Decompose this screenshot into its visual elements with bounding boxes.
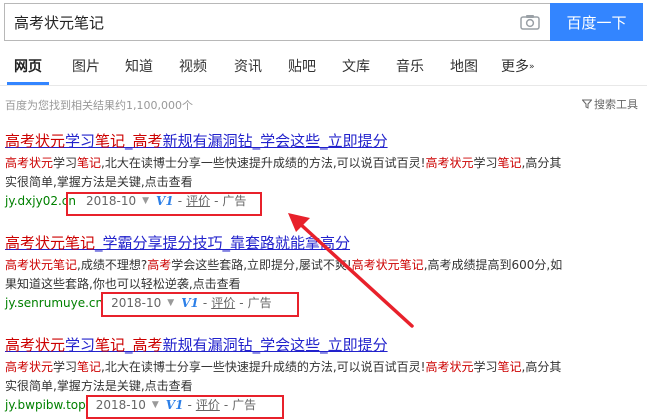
camera-icon[interactable]	[520, 14, 540, 30]
search-tabs: 网页 图片 知道 视频 资讯 贴吧 文库 音乐 地图 更多»	[0, 50, 647, 86]
search-tools-button[interactable]: 搜索工具	[582, 96, 638, 112]
result-url[interactable]: jy.senrumuye.cn	[5, 294, 103, 313]
tab-tieba[interactable]: 贴吧	[288, 56, 316, 76]
result-url[interactable]: jy.bwpibw.top	[5, 396, 86, 415]
result-description: 高考状元笔记,成绩不理想?高考学会这些套路,立即提分,屡试不爽!高考状元笔记,高…	[5, 258, 563, 291]
result-title-link[interactable]: 高考状元学习笔记_高考新规有漏洞钻_学会这些_立即提分	[5, 335, 605, 355]
tab-images[interactable]: 图片	[72, 56, 100, 76]
tab-map[interactable]: 地图	[450, 56, 478, 76]
active-tab-indicator	[7, 82, 49, 85]
search-result: 高考状元笔记_学霸分享提分技巧_靠套路就能拿高分 高考状元笔记,成绩不理想?高考…	[5, 233, 605, 313]
filter-icon	[582, 99, 592, 109]
annotation-box	[86, 395, 284, 419]
result-title-link[interactable]: 高考状元学习笔记_高考新规有漏洞钻_学会这些_立即提分	[5, 131, 605, 151]
search-input[interactable]	[5, 4, 505, 40]
result-description: 高考状元学习笔记,北大在读博士分享一些快速提升成绩的方法,可以说百试百灵!高考状…	[5, 360, 562, 393]
tab-video[interactable]: 视频	[179, 56, 207, 76]
result-meta: jy.senrumuye.cn 2018-10 ▼ V1 - 评价 - 广告	[5, 294, 605, 313]
search-button[interactable]: 百度一下	[550, 3, 643, 41]
tab-web[interactable]: 网页	[14, 56, 42, 76]
tab-zhidao[interactable]: 知道	[125, 56, 153, 76]
result-title-link[interactable]: 高考状元笔记_学霸分享提分技巧_靠套路就能拿高分	[5, 233, 605, 253]
search-tools-label: 搜索工具	[594, 98, 638, 111]
search-box	[4, 3, 550, 41]
tab-news[interactable]: 资讯	[234, 56, 262, 76]
tab-music[interactable]: 音乐	[396, 56, 424, 76]
tab-more[interactable]: 更多»	[501, 56, 535, 76]
annotation-box	[101, 292, 299, 317]
search-bar: 百度一下	[4, 3, 643, 41]
tab-more-label: 更多	[501, 59, 529, 75]
result-description: 高考状元学习笔记,北大在读博士分享一些快速提升成绩的方法,可以说百试百灵!高考状…	[5, 156, 562, 189]
result-count: 百度为您找到相关结果约1,100,000个	[5, 99, 193, 112]
annotation-box	[66, 192, 262, 216]
tab-wenku[interactable]: 文库	[342, 56, 370, 76]
more-arrow-icon: »	[529, 62, 535, 72]
